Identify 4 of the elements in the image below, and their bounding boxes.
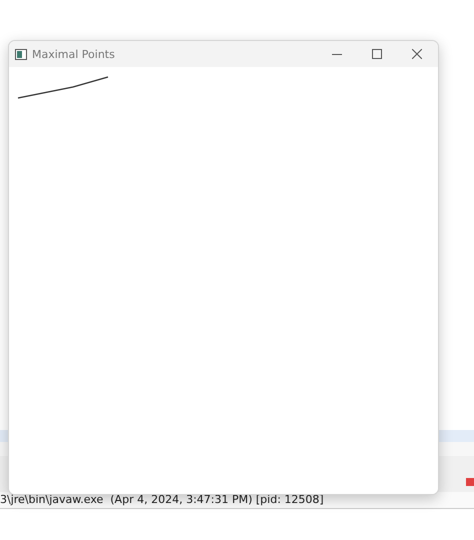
maximize-icon[interactable] [372,49,382,59]
close-icon[interactable] [412,49,422,59]
window-title: Maximal Points [32,48,115,60]
app-icon [15,48,27,60]
